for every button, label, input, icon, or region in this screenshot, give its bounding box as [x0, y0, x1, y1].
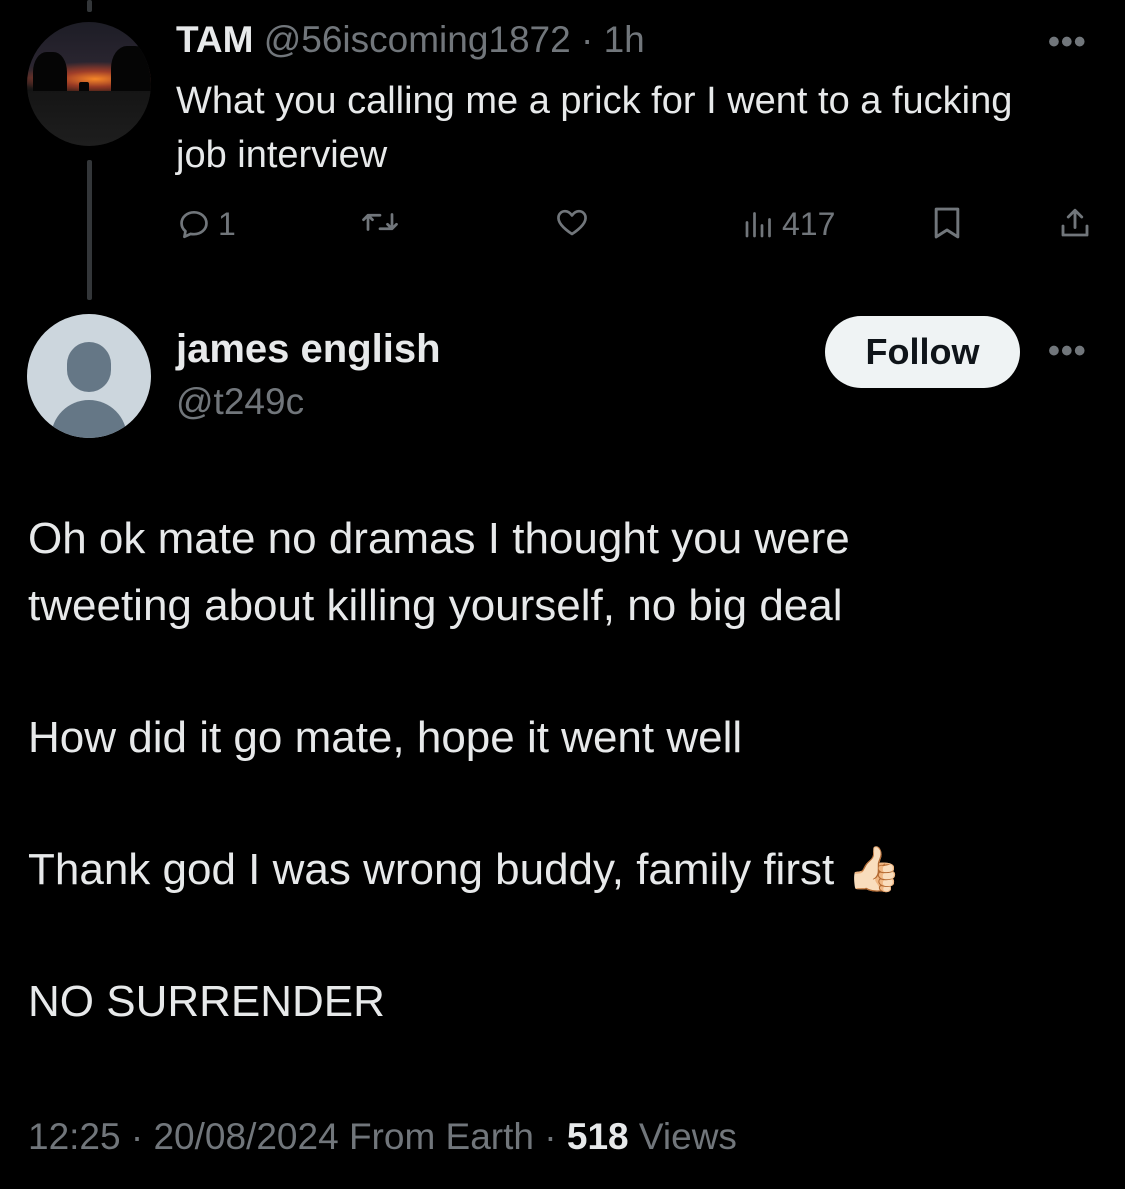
parent-handle[interactable]: @56iscoming1872: [264, 19, 571, 60]
parent-display-name[interactable]: TAM: [176, 19, 253, 60]
parent-tweet-text: What you calling me a prick for I went t…: [176, 80, 1013, 176]
retweet-button[interactable]: [360, 204, 400, 240]
more-icon: •••: [1048, 332, 1087, 370]
parent-time-ago[interactable]: 1h: [604, 19, 645, 60]
thread-line: [87, 160, 92, 300]
views-icon: [745, 212, 771, 238]
bookmark-icon: [934, 207, 960, 239]
tweet-text-line: Oh ok mate no dramas I thought you were: [28, 514, 850, 563]
tweet-date[interactable]: 20/08/2024: [153, 1116, 338, 1157]
author-avatar[interactable]: [27, 314, 151, 438]
author-display-name[interactable]: james english: [176, 326, 441, 372]
follow-button[interactable]: Follow: [825, 316, 1020, 388]
parent-avatar[interactable]: [27, 22, 151, 146]
tweet-views-count: 518: [566, 1116, 629, 1157]
tweet-source: From Earth: [348, 1116, 534, 1157]
views-count: 417: [782, 206, 836, 242]
bookmark-button[interactable]: [930, 204, 964, 242]
author-handle[interactable]: @t249c: [176, 380, 304, 424]
thread-line-top: [87, 0, 92, 12]
tweet-text-line: tweeting about killing yourself, no big …: [28, 581, 843, 630]
meta-separator: ·: [130, 1116, 144, 1157]
tweet-text-line: NO SURRENDER: [28, 977, 385, 1026]
reply-icon: [180, 210, 208, 239]
tweet-views-label: Views: [638, 1116, 737, 1157]
more-icon: •••: [1048, 23, 1087, 61]
parent-tweet-header: TAM @56iscoming1872 · 1h: [176, 18, 645, 62]
share-button[interactable]: [1057, 204, 1093, 242]
meta-separator: ·: [544, 1116, 557, 1157]
heart-icon: [557, 209, 587, 236]
tweet-time[interactable]: 12:25: [28, 1116, 121, 1157]
like-button[interactable]: [553, 204, 591, 240]
tweet-text-fragment: Thank god I was wrong buddy, family firs…: [28, 845, 835, 894]
header-separator: ·: [581, 19, 594, 60]
tweet-text-line: Thank god I was wrong buddy, family firs…: [28, 837, 901, 903]
parent-more-button[interactable]: •••: [1048, 25, 1087, 59]
thumbs-up-emoji: 👍🏻: [846, 845, 902, 894]
reply-button[interactable]: 1: [176, 204, 236, 244]
author-more-button[interactable]: •••: [1048, 334, 1087, 368]
reply-count: 1: [218, 206, 236, 242]
retweet-icon: [362, 213, 398, 231]
views-button[interactable]: 417: [742, 204, 835, 244]
tweet-metadata: 12:25 · 20/08/2024 From Earth · 518 View…: [28, 1113, 737, 1161]
tweet-text-line: How did it go mate, hope it went well: [28, 713, 743, 762]
share-icon: [1061, 208, 1089, 237]
